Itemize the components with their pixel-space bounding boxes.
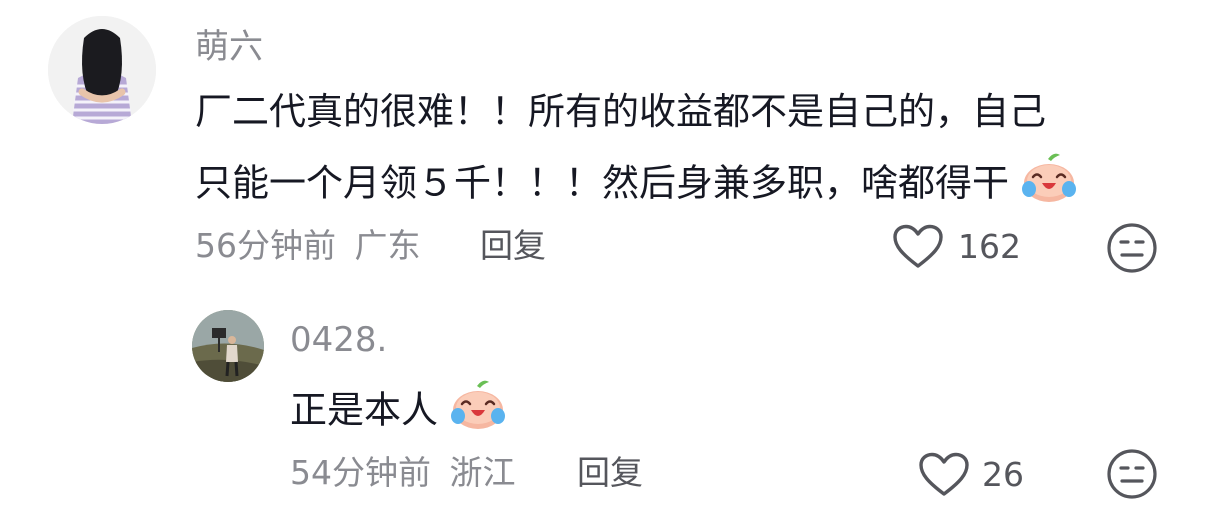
crying-laugh-emoji-icon xyxy=(450,378,506,446)
comment-text-line: 厂二代真的很难！！所有的收益都不是自己的，自己 xyxy=(195,84,1046,140)
reply-username[interactable]: 0428. xyxy=(290,320,387,360)
comment-text: 只能一个月领５千！！！然后身兼多职，啥都得干 xyxy=(195,161,1009,205)
avatar-image xyxy=(48,16,156,124)
comment-text-line: 只能一个月领５千！！！然后身兼多职，啥都得干 xyxy=(195,151,1077,219)
reply-text: 正是本人 xyxy=(290,388,438,432)
comment-location: 广东 xyxy=(354,226,421,265)
reply-button[interactable]: 回复 xyxy=(480,226,546,266)
dislike-button[interactable] xyxy=(1106,448,1158,500)
reply-item: 0428. 正是本人 54分钟前 浙江 回复 26 xyxy=(0,300,1206,531)
comment-text: 厂二代真的很难！！所有的收益都不是自己的，自己 xyxy=(195,90,1046,133)
comment-time: 56分钟前 xyxy=(195,226,336,265)
like-count: 162 xyxy=(958,227,1021,266)
dislike-button[interactable] xyxy=(1106,222,1158,274)
reply-time: 54分钟前 xyxy=(290,453,431,492)
crying-laugh-emoji-icon xyxy=(1021,151,1077,219)
reply-text-line: 正是本人 xyxy=(290,378,506,446)
avatar[interactable] xyxy=(192,310,264,382)
comment-item: 萌六 厂二代真的很难！！所有的收益都不是自己的，自己 只能一个月领５千！！！然后… xyxy=(0,0,1206,290)
reply-location: 浙江 xyxy=(449,453,516,492)
like-button[interactable]: 162 xyxy=(892,222,1032,272)
reply-meta: 54分钟前 浙江 xyxy=(290,453,516,493)
reply-button[interactable]: 回复 xyxy=(577,453,643,493)
like-count: 26 xyxy=(982,455,1024,494)
heart-outline-icon xyxy=(893,224,943,268)
avatar-image xyxy=(192,310,264,382)
meh-face-icon xyxy=(1107,223,1157,273)
meh-face-icon xyxy=(1107,449,1157,499)
comment-username[interactable]: 萌六 xyxy=(195,27,263,67)
heart-outline-icon xyxy=(919,452,969,496)
avatar[interactable] xyxy=(48,16,156,124)
comment-meta: 56分钟前 广东 xyxy=(195,226,421,266)
like-button[interactable]: 26 xyxy=(918,450,1038,500)
